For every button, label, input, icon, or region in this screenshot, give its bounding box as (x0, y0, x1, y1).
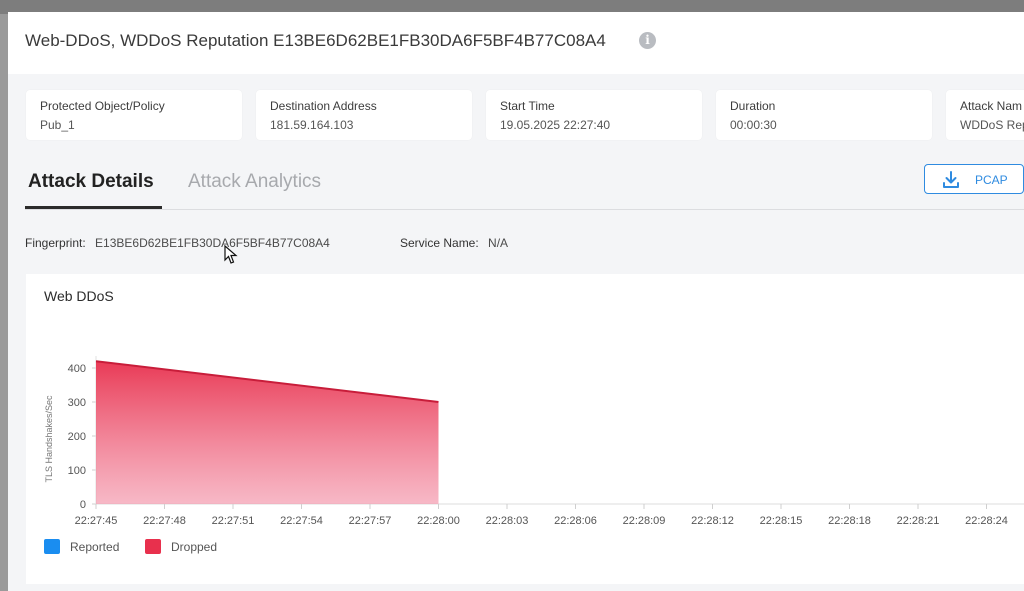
card-attack-name: Attack Nam WDDoS Rep (946, 90, 1024, 140)
x-tick-label: 22:28:18 (828, 515, 871, 524)
x-tick-label: 22:28:21 (897, 515, 940, 524)
y-tick-label: 400 (68, 363, 86, 375)
download-icon (943, 171, 959, 188)
legend-swatch-dropped (145, 539, 161, 554)
card-protected-object: Protected Object/Policy Pub_1 (26, 90, 242, 140)
x-tick-label: 22:28:06 (554, 515, 597, 524)
x-tick-label: 22:28:00 (417, 515, 460, 524)
modal-header: Web-DDoS, WDDoS Reputation E13BE6D62BE1F… (8, 12, 1024, 74)
legend-dropped[interactable]: Dropped (145, 539, 217, 554)
mouse-cursor (224, 245, 238, 264)
fingerprint-row: Fingerprint: E13BE6D62BE1FB30DA6F5BF4B77… (25, 236, 508, 250)
service-name: Service Name: N/A (400, 236, 508, 250)
card-destination-address: Destination Address 181.59.164.103 (256, 90, 472, 140)
tab-attack-analytics[interactable]: Attack Analytics (188, 171, 321, 193)
x-tick-label: 22:28:12 (691, 515, 734, 524)
attack-details-modal: Web-DDoS, WDDoS Reputation E13BE6D62BE1F… (8, 12, 1024, 591)
card-value: Pub_1 (40, 118, 75, 132)
card-start-time: Start Time 19.05.2025 22:27:40 (486, 90, 702, 140)
card-label: Attack Nam (960, 99, 1023, 113)
y-tick-label: 200 (68, 431, 86, 443)
legend-label-reported: Reported (70, 540, 120, 554)
x-tick-label: 22:28:15 (760, 515, 803, 524)
pcap-label: PCAP (975, 173, 1008, 187)
y-tick-label: 100 (68, 465, 86, 477)
service-name-label: Service Name: (400, 236, 479, 250)
web-ddos-chart: TLS Handshakes/Sec 0 100 200 300 400 22:27:45 2… (44, 356, 1024, 524)
card-value: 00:00:30 (730, 118, 777, 132)
x-tick-label: 22:27:51 (212, 515, 255, 524)
modal-title: Web-DDoS, WDDoS Reputation E13BE6D62BE1F… (25, 31, 606, 50)
web-ddos-chart-card: Web DDoS TLS Handshakes/Sec 0 100 200 300 400… (26, 274, 1024, 584)
x-tick-label: 22:28:24 (965, 515, 1008, 524)
x-tick-label: 22:28:03 (486, 515, 529, 524)
x-tick-label: 22:27:57 (349, 515, 392, 524)
card-duration: Duration 00:00:30 (716, 90, 932, 140)
tab-bar: Attack Details Attack Analytics (8, 157, 1024, 213)
pcap-download-button[interactable]: PCAP (924, 164, 1024, 194)
card-value: WDDoS Rep (960, 118, 1024, 132)
card-label: Start Time (500, 99, 555, 113)
y-axis-label: TLS Handshakes/Sec (44, 395, 54, 483)
x-tick-label: 22:27:48 (143, 515, 186, 524)
y-tick-label: 0 (80, 499, 86, 511)
summary-cards: Protected Object/Policy Pub_1 Destinatio… (26, 90, 1024, 140)
card-label: Destination Address (270, 99, 377, 113)
card-value: 181.59.164.103 (270, 118, 354, 132)
x-tick-label: 22:28:09 (623, 515, 666, 524)
fingerprint-value: E13BE6D62BE1FB30DA6F5BF4B77C08A4 (95, 236, 330, 250)
legend-label-dropped: Dropped (171, 540, 218, 554)
card-value: 19.05.2025 22:27:40 (500, 118, 611, 132)
tab-attack-details[interactable]: Attack Details (28, 171, 154, 193)
y-tick-label: 300 (68, 397, 86, 409)
service-name-value: N/A (488, 236, 509, 250)
card-label: Protected Object/Policy (40, 99, 165, 113)
legend-swatch-reported (44, 539, 60, 554)
tab-divider (25, 209, 1024, 210)
legend-reported[interactable]: Reported (44, 539, 119, 554)
card-label: Duration (730, 99, 776, 113)
info-icon[interactable]: i (639, 32, 656, 49)
x-tick-label: 22:27:54 (280, 515, 323, 524)
fingerprint-label: Fingerprint: (25, 236, 86, 250)
x-tick-label: 22:27:45 (75, 515, 118, 524)
dropped-area (96, 361, 439, 504)
